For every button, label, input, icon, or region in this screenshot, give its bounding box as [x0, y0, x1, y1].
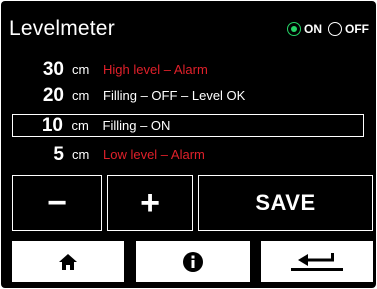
level-value: 30	[42, 59, 64, 80]
on-label[interactable]: ON	[304, 22, 322, 36]
decrease-button[interactable]: −	[12, 175, 102, 231]
levelmeter-screen: Levelmeter ON OFF 30 cm High level – Ala…	[1, 1, 376, 288]
back-button[interactable]	[261, 241, 373, 282]
level-row-filling-off[interactable]: 20 cm Filling – OFF – Level OK	[12, 84, 364, 107]
level-description: Low level – Alarm	[103, 147, 205, 162]
power-toggle: ON OFF	[287, 22, 372, 36]
home-icon	[59, 253, 77, 270]
off-radio[interactable]	[328, 22, 342, 36]
save-label: SAVE	[255, 190, 316, 215]
level-unit: cm	[72, 88, 90, 103]
level-description: Filling – OFF – Level OK	[103, 88, 246, 103]
level-value: 5	[53, 144, 64, 165]
return-arrow-icon	[291, 252, 343, 271]
level-description: Filling – ON	[102, 117, 171, 133]
info-icon	[183, 251, 203, 272]
level-row-high-alarm[interactable]: 30 cm High level – Alarm	[12, 58, 364, 81]
level-description: High level – Alarm	[103, 62, 208, 77]
off-label[interactable]: OFF	[345, 22, 369, 36]
plus-icon: +	[140, 184, 160, 222]
level-unit: cm	[72, 62, 90, 77]
info-button[interactable]	[136, 241, 250, 282]
level-unit: cm	[71, 117, 89, 133]
increase-button[interactable]: +	[107, 175, 193, 231]
level-value: 10	[41, 114, 63, 136]
level-unit: cm	[72, 147, 90, 162]
minus-icon: −	[47, 184, 67, 222]
level-row-filling-on[interactable]: 10 cm Filling – ON	[12, 114, 364, 137]
level-row-low-alarm[interactable]: 5 cm Low level – Alarm	[12, 143, 364, 166]
on-radio[interactable]	[287, 22, 301, 36]
save-button[interactable]: SAVE	[198, 175, 373, 231]
home-button[interactable]	[12, 241, 124, 282]
page-title: Levelmeter	[9, 17, 115, 40]
level-value: 20	[42, 85, 64, 106]
